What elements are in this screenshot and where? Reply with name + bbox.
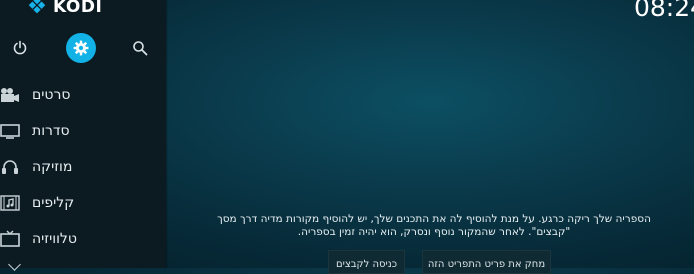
music-video-icon — [0, 193, 22, 213]
sidebar-item-label: טלוויזיה — [32, 231, 77, 247]
movie-camera-icon — [0, 85, 22, 105]
sidebar-item-tvshows[interactable]: סדרות — [0, 113, 166, 149]
enter-files-label: כניסה לקבצים — [335, 259, 398, 270]
sidebar-item-label: קליפים — [32, 195, 75, 211]
sidebar-item-label: מוזיקה — [32, 159, 73, 175]
clock: 08:24 — [634, 0, 694, 22]
live-tv-icon — [0, 229, 22, 249]
sidebar-item-movies[interactable]: סרטים — [0, 77, 166, 113]
sidebar-item-music[interactable]: מוזיקה — [0, 149, 166, 185]
empty-library-message: הספריה שלך ריקה כרגע. על מנת להוסיף לה א… — [186, 213, 682, 239]
search-icon — [133, 41, 148, 56]
gear-icon — [73, 40, 89, 56]
kodi-logo-icon — [28, 0, 46, 14]
sidebar-item-musicvideos[interactable]: קליפים — [0, 185, 166, 221]
message-line-1: הספריה שלך ריקה כרגע. על מנת להוסיף לה א… — [217, 213, 651, 225]
power-icon — [13, 40, 27, 55]
app-name: KODI — [53, 0, 103, 17]
message-line-2: "קבצים". לאחר שהמקור נוסף ונסרק, הוא יהי… — [297, 226, 571, 238]
sidebar: KODI סרטים סדרות מוזיקה קליפים טלוויזיה — [0, 0, 166, 271]
scroll-down-chevron-icon[interactable] — [8, 258, 21, 271]
settings-button[interactable] — [66, 33, 96, 63]
sidebar-shadow — [166, 0, 168, 268]
tv-monitor-icon — [0, 121, 22, 141]
headphones-icon — [0, 157, 22, 177]
remove-menu-item-label: מחק את פריט התפריט הזה — [427, 259, 546, 270]
search-button[interactable] — [125, 33, 155, 63]
power-button[interactable] — [5, 33, 35, 63]
sidebar-item-label: סדרות — [32, 123, 70, 139]
remove-menu-item-button[interactable]: מחק את פריט התפריט הזה — [422, 250, 551, 274]
sidebar-item-livetv[interactable]: טלוויזיה — [0, 221, 166, 257]
sidebar-item-label: סרטים — [32, 87, 71, 103]
kodi-logo[interactable]: KODI — [26, 0, 102, 20]
enter-files-button[interactable]: כניסה לקבצים — [328, 250, 405, 274]
